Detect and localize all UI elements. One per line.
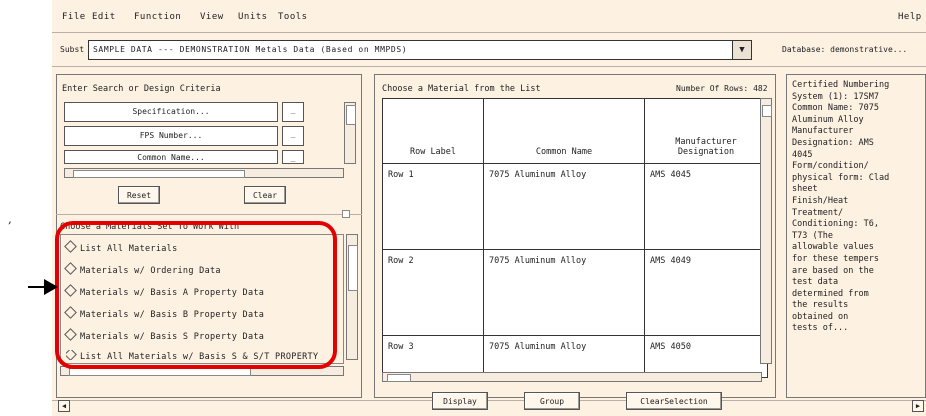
search-horizontal-scrollbar[interactable]	[64, 168, 344, 178]
menu-edit[interactable]: Edit	[92, 12, 116, 22]
arrow-icon	[44, 279, 58, 295]
reset-button[interactable]: Reset	[118, 186, 160, 204]
table-row[interactable]: Row 1 7075 Aluminum Alloy AMS 4045	[382, 163, 768, 250]
pane-sash[interactable]	[342, 210, 350, 218]
scroll-thumb[interactable]	[346, 105, 356, 125]
column-header[interactable]: Common Name	[483, 98, 645, 164]
scroll-right-icon[interactable]: ▶	[912, 400, 924, 412]
scroll-thumb[interactable]	[387, 374, 411, 382]
table-cell[interactable]: 7075 Aluminum Alloy	[483, 163, 645, 250]
table-horizontal-scrollbar[interactable]	[382, 372, 762, 382]
bottom-divider	[52, 400, 926, 401]
menu-tools[interactable]: Tools	[278, 12, 308, 22]
table-vertical-scrollbar[interactable]	[760, 98, 772, 364]
select-divider	[52, 66, 926, 67]
column-header[interactable]: Manufacturer Designation	[644, 98, 768, 164]
table-cell[interactable]: Row 2	[382, 249, 484, 336]
scroll-thumb[interactable]	[762, 105, 772, 117]
highlight-annotation	[55, 221, 337, 369]
scroll-thumb[interactable]	[69, 368, 251, 376]
fps-number-button[interactable]: FPS Number...	[64, 126, 278, 146]
table-cell[interactable]: 7075 Aluminum Alloy	[483, 249, 645, 336]
specification-button[interactable]: Specification...	[64, 102, 278, 122]
menu-function[interactable]: Function	[134, 12, 181, 22]
database-label: Database: demonstrative...	[782, 45, 908, 54]
menu-units[interactable]: Units	[238, 12, 268, 22]
group-button[interactable]: Group	[524, 392, 580, 410]
common-name-value[interactable]: _	[282, 150, 304, 164]
menu-divider	[52, 32, 926, 33]
stray-mark: ,	[8, 212, 12, 226]
search-criteria-title: Enter Search or Design Criteria	[62, 84, 221, 94]
fps-number-value[interactable]: _	[282, 126, 304, 146]
subset-label: Subst	[60, 45, 85, 54]
table-header-row: Row Label Common Name Manufacturer Desig…	[382, 98, 768, 164]
table-row[interactable]: Row 2 7075 Aluminum Alloy AMS 4049	[382, 249, 768, 336]
subset-select-value: SAMPLE DATA --- DEMONSTRATION Metals Dat…	[93, 45, 408, 54]
clear-button[interactable]: Clear	[244, 186, 286, 204]
menu-file[interactable]: File	[62, 12, 86, 22]
display-button[interactable]: Display	[432, 392, 488, 410]
material-details-text: Certified Numbering System (1): 17SM7 Co…	[792, 80, 890, 334]
table-cell[interactable]: AMS 4049	[644, 249, 768, 336]
search-vertical-scrollbar[interactable]	[344, 102, 356, 164]
left-panel-divider	[56, 214, 362, 215]
table-cell[interactable]: Row 1	[382, 163, 484, 250]
materials-table: Row Label Common Name Manufacturer Desig…	[382, 98, 768, 378]
menu-help[interactable]: Help	[898, 12, 922, 22]
common-name-button[interactable]: Common Name...	[64, 150, 278, 164]
scroll-thumb[interactable]	[73, 170, 245, 178]
menu-view[interactable]: View	[200, 12, 224, 22]
subset-select[interactable]: SAMPLE DATA --- DEMONSTRATION Metals Dat…	[88, 40, 752, 60]
specification-value[interactable]: _	[282, 102, 304, 122]
column-header[interactable]: Row Label	[382, 98, 484, 164]
scroll-left-icon[interactable]: ◀	[58, 400, 70, 412]
scroll-thumb[interactable]	[348, 245, 358, 291]
table-title: Choose a Material from the List	[382, 84, 541, 94]
materials-set-vertical-scrollbar[interactable]	[346, 234, 358, 360]
row-count: Number Of Rows: 482	[676, 84, 768, 93]
chevron-down-icon[interactable]: ▼	[732, 41, 751, 59]
table-cell[interactable]: AMS 4045	[644, 163, 768, 250]
menu-bar: File Edit Function View Units Tools Help	[52, 6, 926, 28]
clear-selection-button[interactable]: ClearSelection	[626, 392, 722, 410]
